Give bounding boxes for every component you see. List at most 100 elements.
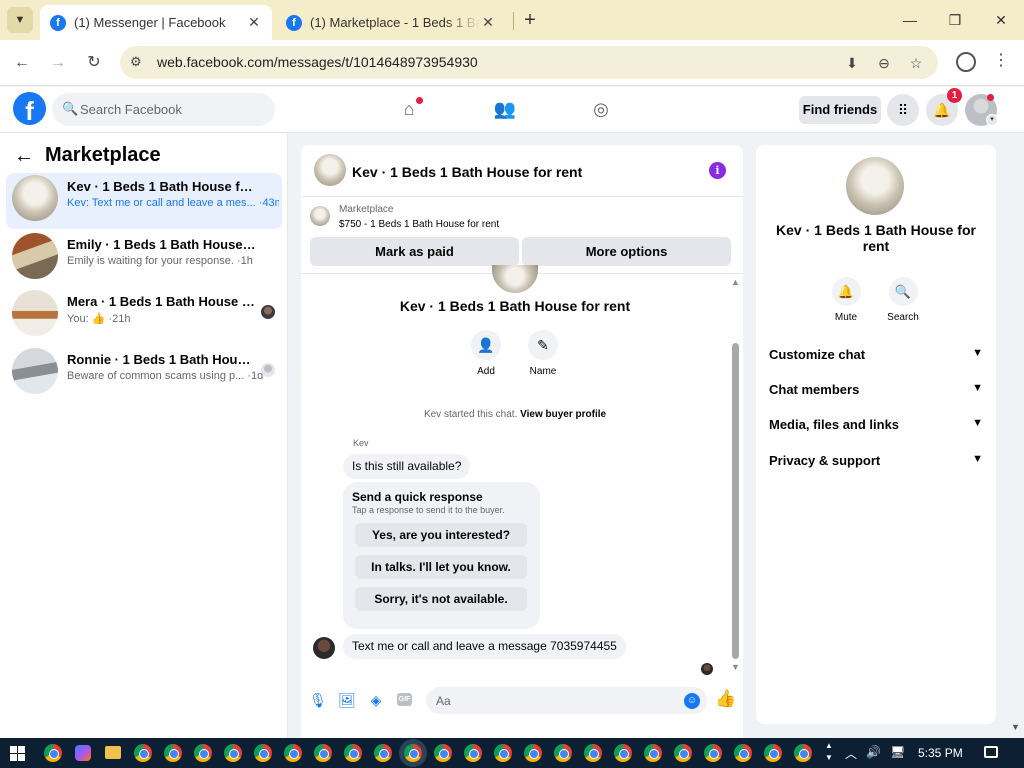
bookmark-star-icon[interactable]: ☆ <box>906 53 926 73</box>
page-scroll-down-icon[interactable]: ▼ <box>1011 722 1020 732</box>
chrome-app-icon[interactable] <box>434 744 452 762</box>
taskbar-clock[interactable]: 5:35 PM <box>918 746 963 760</box>
chrome-app-icon[interactable] <box>614 744 632 762</box>
search-input[interactable] <box>80 93 265 126</box>
chrome-app-icon[interactable] <box>404 744 422 762</box>
groups-icon[interactable]: ◎ <box>587 95 615 123</box>
microphone-icon[interactable]: 🎙 <box>309 691 327 709</box>
copilot-icon[interactable] <box>75 745 91 761</box>
show-hidden-icons-chevron-icon[interactable]: ︿ <box>845 745 857 762</box>
chrome-app-icon[interactable] <box>374 744 392 762</box>
marketplace-listing-bar: Marketplace $750 - 1 Beds 1 Bath House f… <box>301 198 743 274</box>
chrome-app-icon[interactable] <box>734 744 752 762</box>
gif-icon[interactable]: GIF <box>397 693 412 706</box>
edit-name-button[interactable]: ✎ Name <box>518 330 568 377</box>
find-friends-button[interactable]: Find friends <box>799 96 881 124</box>
conversation-item[interactable]: Ronnie · 1 Beds 1 Bath House for... Bewa… <box>6 346 282 402</box>
listing-thumbnail[interactable] <box>310 206 330 226</box>
view-buyer-profile-link[interactable]: View buyer profile <box>520 409 606 420</box>
conversation-item[interactable]: Kev · 1 Beds 1 Bath House for rent Kev: … <box>6 173 282 229</box>
chrome-app-icon[interactable] <box>254 744 272 762</box>
info-icon[interactable]: i <box>709 162 726 179</box>
restore-button[interactable]: ❐ <box>940 8 970 32</box>
quick-response-option[interactable]: Sorry, it's not available. <box>355 587 527 611</box>
photo-icon[interactable]: 🖼 <box>338 691 356 709</box>
search-in-chat-button[interactable]: 🔍 Search <box>878 277 928 323</box>
mark-as-paid-button[interactable]: Mark as paid <box>310 237 519 266</box>
chrome-app-icon[interactable] <box>554 744 572 762</box>
chrome-app-icon[interactable] <box>584 744 602 762</box>
taskbar-scroll-arrows-icon[interactable]: ▲ ▼ <box>825 740 833 764</box>
chat-scrollbar[interactable]: ▲ ▼ <box>729 275 743 680</box>
install-app-icon[interactable]: ⬇ <box>842 53 862 73</box>
more-options-button[interactable]: More options <box>522 237 731 266</box>
quick-response-option[interactable]: Yes, are you interested? <box>355 523 527 547</box>
tab-messenger[interactable]: f (1) Messenger | Facebook ✕ <box>40 5 272 40</box>
thumbs-up-icon[interactable]: 👍 <box>715 689 736 709</box>
conversation-snippet: Beware of common scams using p... ·1d <box>67 370 264 382</box>
chrome-app-icon[interactable] <box>134 744 152 762</box>
section-media-files-links[interactable]: Media, files and links ▼ <box>769 417 983 437</box>
new-tab-button[interactable]: + <box>520 9 540 31</box>
chat-avatar[interactable] <box>314 154 346 186</box>
network-icon[interactable]: 🖥 <box>890 745 905 759</box>
browser-menu-icon[interactable]: ⋮ <box>993 50 1009 74</box>
add-people-button[interactable]: 👤 Add <box>461 330 511 377</box>
menu-grid-icon[interactable]: ⠿ <box>887 94 919 126</box>
chrome-app-icon[interactable] <box>524 744 542 762</box>
chat-title[interactable]: Kev · 1 Beds 1 Bath House for rent <box>352 164 582 180</box>
volume-icon[interactable]: 🔊 <box>866 745 881 759</box>
forward-button[interactable]: → <box>45 50 71 76</box>
tab-search-chevron-icon[interactable]: ▼ <box>7 7 33 33</box>
conversation-item[interactable]: Mera · 1 Beds 1 Bath House for r... You:… <box>6 288 282 344</box>
notification-center-icon[interactable] <box>984 746 998 758</box>
chrome-app-icon[interactable] <box>44 744 62 762</box>
section-customize-chat[interactable]: Customize chat ▼ <box>769 347 983 367</box>
chrome-app-icon[interactable] <box>494 744 512 762</box>
info-avatar[interactable] <box>846 157 904 215</box>
chrome-app-icon[interactable] <box>794 744 812 762</box>
chrome-app-icon[interactable] <box>344 744 362 762</box>
back-button[interactable]: ← <box>9 50 35 76</box>
tab-close-icon[interactable]: ✕ <box>480 14 496 31</box>
friends-icon[interactable]: 👥 <box>491 95 519 123</box>
windows-start-icon[interactable] <box>10 746 25 761</box>
site-info-icon[interactable]: ⚙ <box>130 54 142 70</box>
browser-profile-icon[interactable] <box>956 52 976 72</box>
chrome-app-icon[interactable] <box>164 744 182 762</box>
message-input[interactable] <box>436 687 676 714</box>
mute-button[interactable]: 🔔 Mute <box>821 277 871 323</box>
facebook-logo-icon[interactable]: f <box>13 92 46 125</box>
chrome-app-icon[interactable] <box>224 744 242 762</box>
chrome-app-icon[interactable] <box>464 744 482 762</box>
scroll-up-icon[interactable]: ▲ <box>731 277 740 287</box>
sticker-icon[interactable]: ◈ <box>367 691 385 709</box>
tab-close-icon[interactable]: ✕ <box>246 14 262 31</box>
section-privacy-support[interactable]: Privacy & support ▼ <box>769 453 983 473</box>
chrome-app-icon[interactable] <box>764 744 782 762</box>
close-window-button[interactable]: ✕ <box>986 8 1016 32</box>
address-bar[interactable]: ⚙ web.facebook.com/messages/t/1014648973… <box>120 46 938 79</box>
chrome-app-icon[interactable] <box>284 744 302 762</box>
section-chat-members[interactable]: Chat members ▼ <box>769 382 983 402</box>
minimize-button[interactable]: — <box>895 8 925 32</box>
sender-avatar[interactable] <box>313 637 335 659</box>
reload-button[interactable]: ↻ <box>81 50 107 76</box>
quick-response-option[interactable]: In talks. I'll let you know. <box>355 555 527 579</box>
chrome-app-icon[interactable] <box>194 744 212 762</box>
listing-title[interactable]: $750 - 1 Beds 1 Bath House for rent <box>339 219 499 230</box>
emoji-icon[interactable]: ☺ <box>684 693 700 709</box>
scrollbar-thumb[interactable] <box>732 343 739 659</box>
facebook-search[interactable]: 🔍 <box>52 93 275 126</box>
zoom-icon[interactable]: ⊖ <box>874 53 894 73</box>
chrome-app-icon[interactable] <box>674 744 692 762</box>
chrome-app-icon[interactable] <box>314 744 332 762</box>
conversation-item[interactable]: Emily · 1 Beds 1 Bath House for rent Emi… <box>6 231 282 287</box>
chrome-app-icon[interactable] <box>704 744 722 762</box>
scroll-down-icon[interactable]: ▼ <box>731 662 740 672</box>
back-arrow-icon[interactable]: ← <box>12 145 36 169</box>
file-explorer-icon[interactable] <box>105 746 121 759</box>
chrome-app-icon[interactable] <box>644 744 662 762</box>
tab-marketplace[interactable]: f (1) Marketplace - 1 Beds 1 Bath ✕ <box>276 5 506 40</box>
account-caret-icon[interactable]: ▾ <box>986 114 998 126</box>
